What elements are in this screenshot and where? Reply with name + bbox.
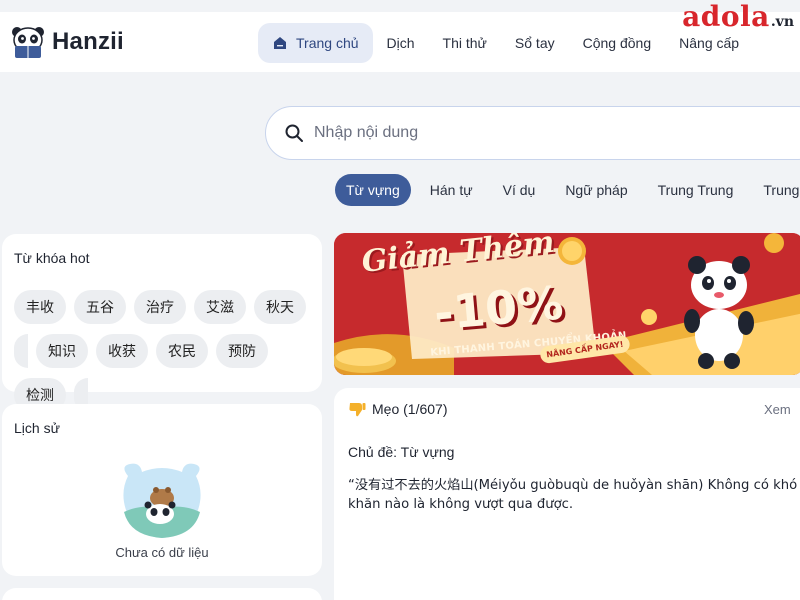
watermark-main: adola (682, 0, 770, 33)
tip-title: Mẹo (1/607) (372, 401, 448, 417)
promo-banner[interactable]: Giảm Thêm -10% KHI THANH TOÁN CHUYỂN KHO… (334, 233, 800, 375)
keyword-chip[interactable]: 收获 (96, 334, 148, 368)
keyword-chip[interactable]: 丰收 (14, 290, 66, 324)
tab-examples[interactable]: Ví dụ (492, 174, 547, 206)
keyword-chip[interactable]: 五谷 (74, 290, 126, 324)
banner-discount: -10% (431, 275, 566, 341)
nav-community-label: Cộng đồng (582, 35, 652, 51)
thumbs-down-icon (349, 403, 366, 417)
hot-keywords-title: Từ khóa hot (14, 250, 90, 266)
keyword-chip-partial[interactable] (14, 334, 28, 368)
hot-keywords-chips: 丰收 五谷 治疗 艾滋 秋天 知识 收获 农民 预防 检测 (14, 290, 320, 412)
nav-notebook[interactable]: Sổ tay (501, 23, 569, 63)
tip-body: “没有过不去的火焰山(Méiyǒu guòbuqù de huǒyàn shān… (348, 478, 798, 512)
search-bar[interactable] (265, 106, 800, 160)
history-title: Lịch sử (14, 420, 60, 436)
main-nav: Trang chủ Dịch Thi thử Sổ tay Cộng đồng … (258, 23, 753, 63)
keyword-chip[interactable]: 农民 (156, 334, 208, 368)
keyword-chip[interactable]: 艾滋 (194, 290, 246, 324)
nav-community[interactable]: Cộng đồng (569, 23, 666, 63)
app-name: Hanzii (52, 28, 124, 55)
keyword-chip[interactable]: 预防 (216, 334, 268, 368)
nav-translate-label: Dịch (386, 35, 415, 51)
search-input[interactable] (314, 124, 714, 142)
hot-keywords-card: Từ khóa hot 丰收 五谷 治疗 艾滋 秋天 知识 收获 农民 预防 检… (2, 234, 322, 412)
tip-topic: Chủ đề: Từ vựng (348, 444, 455, 460)
nav-translate[interactable]: Dịch (373, 23, 429, 63)
nav-mock-test[interactable]: Thi thử (429, 23, 501, 63)
nav-notebook-label: Sổ tay (514, 35, 555, 51)
site-watermark: adola .vn (682, 0, 794, 34)
search-icon[interactable] (284, 123, 304, 143)
keyword-chip[interactable]: 秋天 (254, 290, 306, 324)
keyword-chip[interactable]: 治疗 (134, 290, 186, 324)
tab-vocabulary[interactable]: Từ vựng (335, 174, 411, 206)
nav-mock-test-label: Thi thử (442, 35, 487, 51)
tip-more-link[interactable]: Xem (764, 402, 791, 417)
panda-logo-icon (12, 27, 44, 58)
home-icon (274, 37, 286, 49)
next-card (2, 588, 322, 600)
tab-hanzi[interactable]: Hán tự (419, 174, 484, 206)
nav-home-label: Trang chủ (296, 35, 359, 51)
tip-card: Mẹo (1/607) Xem Chủ đề: Từ vựng “没有过不去的火… (334, 388, 800, 600)
header: Hanzii Trang chủ Dịch Thi thử Sổ tay Cộn… (0, 0, 800, 84)
tip-header: Mẹo (1/607) (348, 401, 447, 417)
search-type-tabs: Từ vựng Hán tự Ví dụ Ngữ pháp Trung Trun… (335, 174, 800, 206)
watermark-sub: .vn (770, 14, 794, 30)
nav-home[interactable]: Trang chủ (258, 23, 373, 63)
keyword-chip[interactable]: 知识 (36, 334, 88, 368)
app-logo[interactable]: Hanzii (10, 24, 124, 60)
history-empty-text: Chưa có dữ liệu (115, 545, 209, 560)
tab-grammar[interactable]: Ngữ pháp (554, 174, 638, 206)
nav-upgrade-label: Nâng cấp (679, 35, 740, 51)
empty-history-illustration (123, 463, 201, 538)
tab-chinese-more[interactable]: Trung (752, 174, 800, 206)
tab-chinese-chinese[interactable]: Trung Trung (647, 174, 745, 206)
